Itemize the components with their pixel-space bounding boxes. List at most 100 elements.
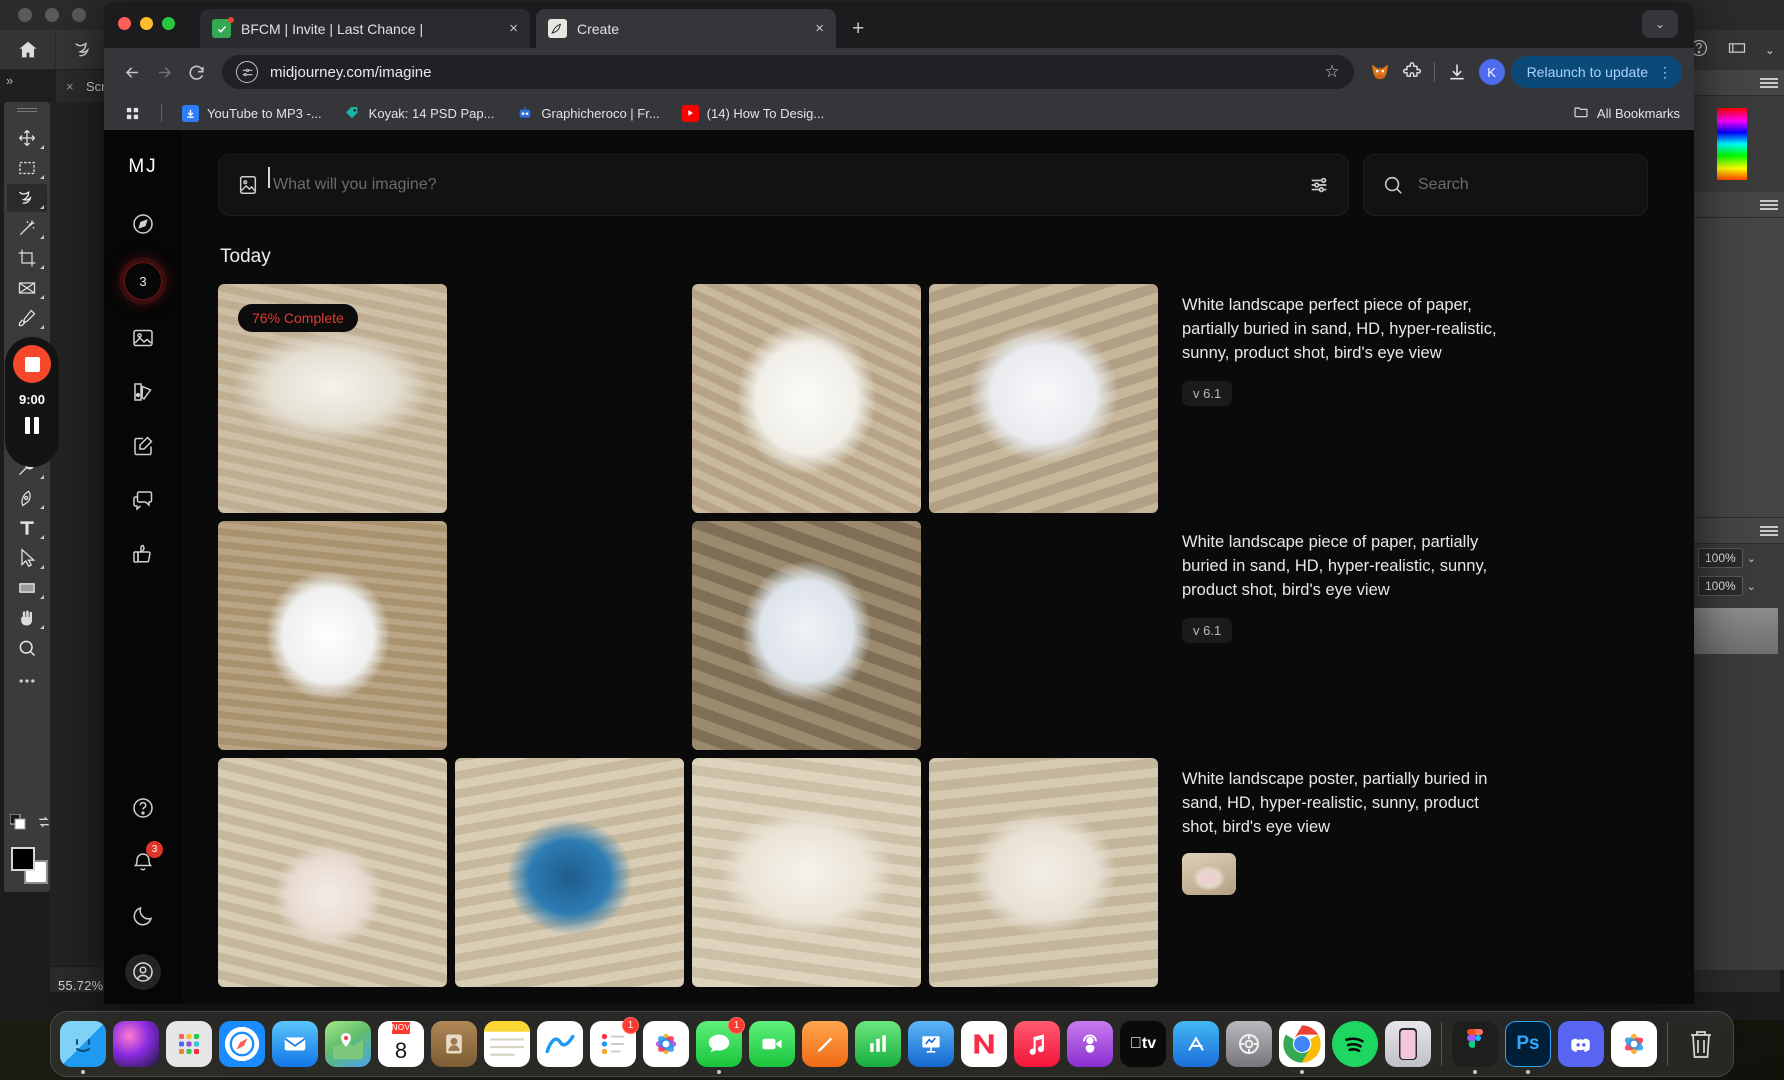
pen-tool-icon[interactable] — [7, 484, 47, 512]
metamask-icon[interactable] — [1364, 56, 1396, 88]
bookmark-how-to-design[interactable]: (14) How To Desig... — [674, 101, 833, 126]
sidebar-item-chat[interactable] — [127, 484, 159, 516]
swap-colors-icon[interactable] — [36, 814, 52, 835]
swatches-panel-body[interactable] — [1680, 218, 1784, 518]
sidebar-item-organize[interactable] — [127, 376, 159, 408]
sidebar-item-help[interactable] — [127, 792, 159, 824]
sliders-icon[interactable] — [1308, 174, 1330, 196]
tab-search-chevron-icon[interactable]: ⌄ — [1642, 10, 1678, 38]
crop-tool-icon[interactable] — [7, 244, 47, 272]
dock-item-chrome[interactable] — [1277, 1019, 1327, 1074]
sidebar-item-rate[interactable] — [127, 538, 159, 570]
prompt-text[interactable]: White landscape poster, partially buried… — [1182, 768, 1512, 839]
layers-panel-header[interactable] — [1680, 518, 1784, 544]
bookmark-star-icon[interactable]: ☆ — [1324, 62, 1339, 82]
sidebar-item-notifications[interactable]: 3 — [127, 841, 163, 878]
default-colors-icon[interactable] — [9, 813, 26, 835]
extensions-puzzle-icon[interactable] — [1396, 56, 1428, 88]
result-tile[interactable] — [218, 758, 447, 987]
dock-item-pages[interactable] — [800, 1019, 850, 1069]
panel-menu-icon[interactable] — [1760, 525, 1778, 536]
result-tile[interactable] — [218, 521, 447, 750]
photoshop-traffic-lights[interactable] — [18, 8, 86, 22]
dock-item-keynote[interactable] — [906, 1019, 956, 1069]
result-mini-thumbnail[interactable] — [1182, 853, 1236, 896]
dock-item-calendar[interactable]: NOV 8 — [376, 1019, 426, 1069]
frame-tool-icon[interactable] — [7, 274, 47, 302]
toolbar-grip[interactable] — [17, 108, 37, 114]
tab-close-icon[interactable]: × — [815, 20, 824, 37]
dock-item-messages[interactable]: 1 — [694, 1017, 745, 1074]
relaunch-to-update-button[interactable]: Relaunch to update ⋮ — [1510, 56, 1682, 88]
tab-close-icon[interactable]: × — [509, 20, 518, 37]
dock-item-settings[interactable] — [1224, 1019, 1274, 1069]
panel-menu-icon[interactable] — [1760, 199, 1778, 210]
ps-minimize-button[interactable] — [45, 8, 59, 22]
prompt-text[interactable]: White landscape perfect piece of paper, … — [1182, 294, 1512, 365]
profile-avatar[interactable]: K — [1478, 59, 1505, 85]
dock-item-siri[interactable] — [111, 1019, 161, 1069]
dock-item-trash[interactable] — [1676, 1019, 1726, 1069]
result-tile[interactable] — [692, 284, 921, 513]
search-input[interactable]: Search — [1418, 176, 1469, 194]
dock-item-appstore[interactable] — [1171, 1019, 1221, 1069]
stop-recording-button[interactable] — [13, 345, 51, 383]
browser-tab-create[interactable]: Create × — [536, 9, 836, 48]
dock-item-maps[interactable] — [323, 1019, 373, 1069]
version-badge[interactable]: v 6.1 — [1182, 618, 1233, 644]
dock-item-photos[interactable] — [641, 1019, 691, 1069]
result-tile[interactable] — [929, 521, 1158, 750]
more-tools-icon[interactable] — [7, 667, 47, 695]
opacity-value[interactable]: 100% — [1698, 548, 1743, 568]
address-bar[interactable]: midjourney.com/imagine ☆ — [222, 55, 1354, 89]
path-selection-tool-icon[interactable] — [7, 544, 47, 572]
result-tile[interactable] — [929, 758, 1158, 987]
dock-item-contacts[interactable] — [429, 1019, 479, 1069]
bookmark-apps-grid[interactable] — [116, 101, 149, 126]
dock-item-finder[interactable] — [58, 1019, 108, 1074]
eyedropper-tool-icon[interactable] — [7, 304, 47, 332]
dock-item-photos-alt[interactable] — [1609, 1019, 1659, 1069]
sidebar-item-jobs[interactable]: 3 — [124, 262, 162, 300]
midjourney-logo[interactable]: MJ — [104, 156, 182, 178]
dock-item-iphone-mirroring[interactable] — [1383, 1019, 1433, 1069]
reload-button[interactable] — [180, 56, 212, 88]
color-spectrum[interactable] — [1717, 108, 1747, 180]
dock-item-mail[interactable] — [270, 1019, 320, 1069]
dock-item-photoshop[interactable]: Ps — [1503, 1019, 1553, 1074]
result-tile[interactable] — [692, 521, 921, 750]
chrome-minimize-button[interactable] — [140, 17, 153, 30]
bookmark-graphicheroco[interactable]: Graphicheroco | Fr... — [508, 101, 667, 126]
dock-item-figma[interactable] — [1450, 1019, 1500, 1074]
ps-workspace-icon[interactable] — [1727, 38, 1747, 63]
sidebar-item-explore[interactable] — [127, 208, 159, 240]
pause-recording-button[interactable] — [25, 417, 39, 434]
dock-item-facetime[interactable] — [747, 1019, 797, 1069]
image-upload-icon[interactable] — [237, 174, 259, 196]
dock-item-reminders[interactable]: 1 — [588, 1017, 639, 1069]
dock-item-music[interactable] — [1012, 1019, 1062, 1069]
result-tile[interactable] — [455, 758, 684, 987]
marquee-tool-icon[interactable] — [7, 154, 47, 182]
ps-close-button[interactable] — [18, 8, 32, 22]
color-panel-header[interactable] — [1680, 70, 1784, 96]
opacity-chevron-down-icon[interactable]: ⌄ — [1747, 552, 1756, 565]
forward-button[interactable] — [148, 56, 180, 88]
back-button[interactable] — [116, 56, 148, 88]
dock-item-safari[interactable] — [217, 1019, 267, 1069]
type-tool-icon[interactable] — [7, 514, 47, 542]
result-tile[interactable] — [929, 284, 1158, 513]
panel-menu-icon[interactable] — [1760, 77, 1778, 88]
ps-zoom-button[interactable] — [72, 8, 86, 22]
result-tile[interactable] — [455, 521, 684, 750]
zoom-tool-icon[interactable] — [7, 634, 47, 662]
hand-tool-icon[interactable] — [7, 604, 47, 632]
site-settings-icon[interactable] — [236, 61, 258, 83]
chrome-maximize-button[interactable] — [162, 17, 175, 30]
chrome-menu-kebab-icon[interactable]: ⋮ — [1658, 65, 1672, 79]
dock-item-notes[interactable] — [482, 1019, 532, 1069]
downloads-icon[interactable] — [1441, 56, 1473, 88]
foreground-color-swatch[interactable] — [11, 847, 35, 871]
ps-tab-close-icon[interactable]: × — [66, 79, 74, 94]
fill-chevron-down-icon[interactable]: ⌄ — [1747, 580, 1756, 593]
